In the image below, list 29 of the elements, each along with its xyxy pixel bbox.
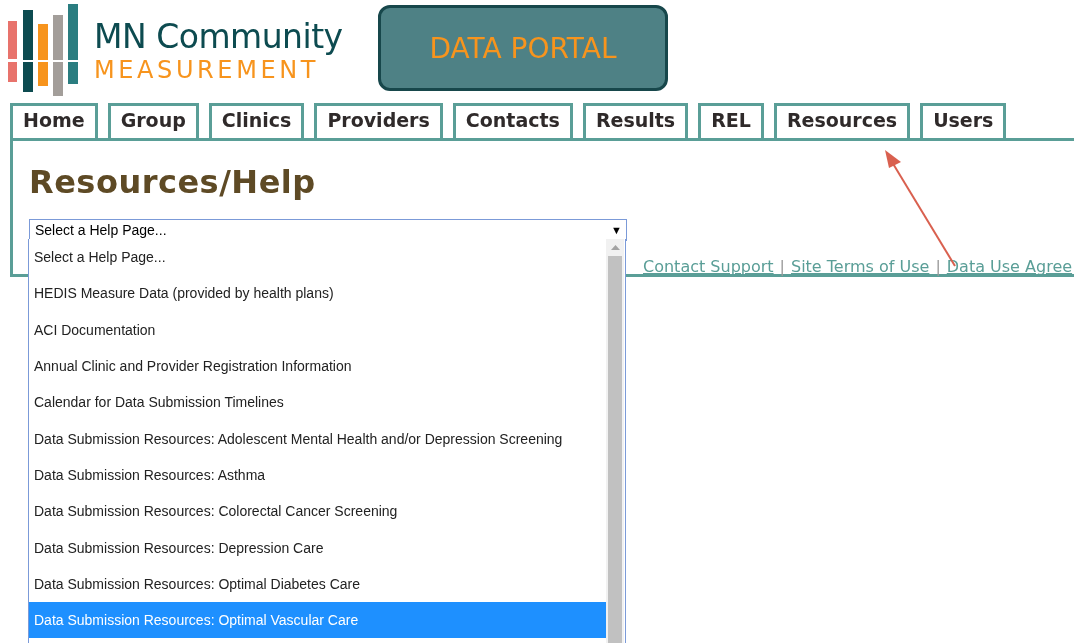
nav-tab[interactable]: Clinics bbox=[208, 103, 305, 138]
page-heading: Resources/Help bbox=[29, 163, 316, 203]
help-page-select[interactable]: Select a Help Page... ▼ bbox=[29, 219, 627, 241]
nav-tab[interactable]: Providers bbox=[314, 103, 443, 138]
separator: | bbox=[935, 257, 941, 276]
nav-tab[interactable]: Group bbox=[107, 103, 199, 138]
nav-tab[interactable]: Contacts bbox=[452, 103, 573, 138]
logo-subtitle: MEASUREMENT bbox=[94, 56, 320, 84]
scroll-up-icon[interactable] bbox=[610, 245, 620, 250]
dropdown-option[interactable]: Select a Help Page... bbox=[29, 239, 606, 276]
portal-badge: DATA PORTAL bbox=[378, 5, 668, 91]
dropdown-option[interactable]: ACI Documentation bbox=[29, 311, 606, 348]
dropdown-option[interactable]: HEDIS Measure Data (provided by health plans) bbox=[29, 275, 606, 312]
dropdown-option[interactable]: Calendar for Data Submission Timelines bbox=[29, 384, 606, 421]
nav-tab[interactable]: REL bbox=[698, 103, 764, 138]
caret-icon: ▼ bbox=[611, 224, 622, 236]
dropdown-option[interactable]: Data Submission Resources: Asthma bbox=[29, 456, 606, 494]
dropdown-option[interactable]: Annual Clinic and Provider Registration Information bbox=[29, 347, 606, 385]
dropdown-option[interactable]: Data Submission Resources: Optimal Diabetes Care bbox=[29, 565, 606, 602]
logo-title: MN Community bbox=[94, 18, 344, 56]
nav-tab[interactable]: Resources bbox=[773, 103, 911, 138]
nav-tab[interactable]: Results bbox=[582, 103, 689, 138]
dropdown-option[interactable]: Data Submission Resources: Adolescent Mental Health and/or Depression Screening bbox=[29, 420, 606, 457]
scrollbar[interactable] bbox=[606, 239, 624, 643]
dropdown-option[interactable]: Data Submission Resources: Depression Care bbox=[29, 529, 606, 566]
separator: | bbox=[779, 257, 785, 276]
dropdown-option[interactable]: Data Submission Resources: Colorectal Cancer Screening bbox=[29, 493, 606, 530]
nav-tab[interactable]: Home bbox=[10, 103, 98, 138]
nav-tab[interactable]: Users bbox=[920, 103, 1007, 138]
